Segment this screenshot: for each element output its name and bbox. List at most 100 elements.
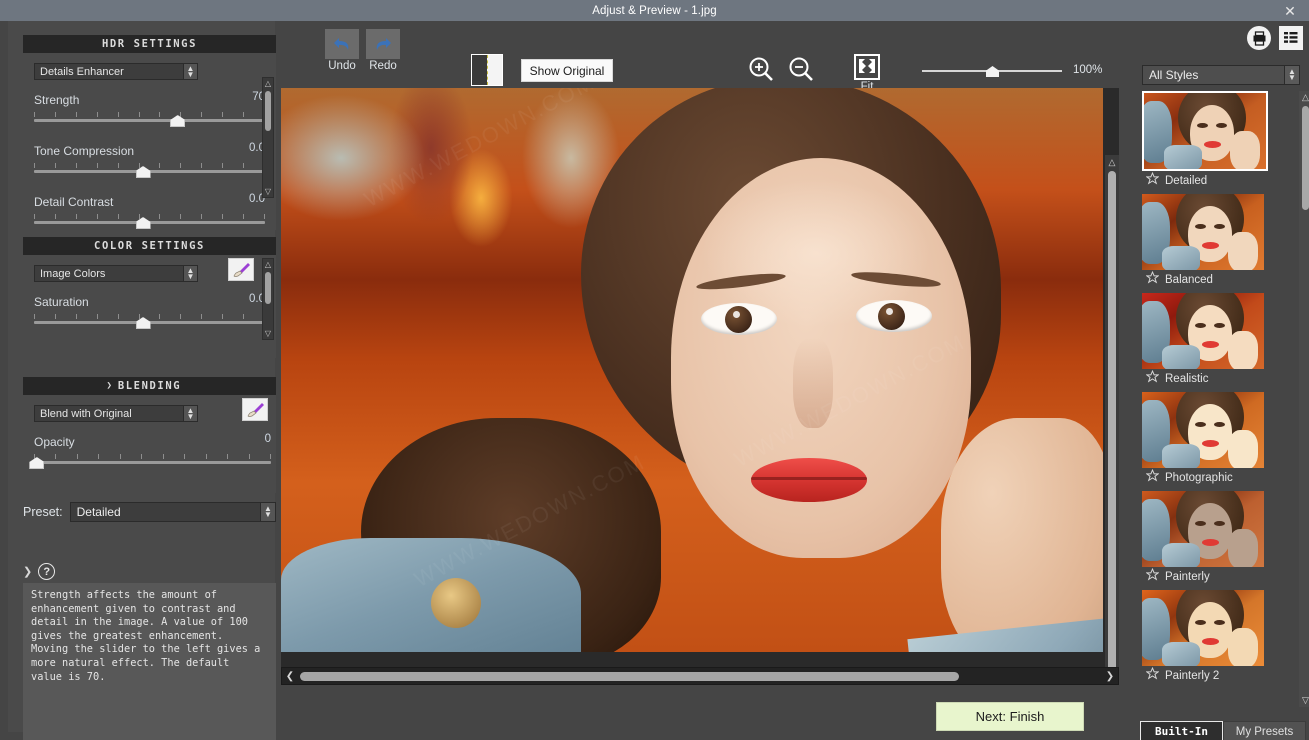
scrollbar-thumb[interactable] (1108, 171, 1116, 668)
color-settings-scrollbar[interactable]: △ ▽ (262, 258, 274, 340)
print-icon[interactable] (1247, 26, 1271, 50)
spinner-icon[interactable]: ▲ ▼ (260, 503, 275, 521)
preset-select[interactable]: Detailed ▲ ▼ (69, 502, 276, 522)
color-method-select[interactable]: Image Colors ▲ ▼ (34, 265, 198, 282)
paintbrush-icon[interactable] (228, 258, 254, 281)
preset-tabs: Built-In My Presets (1140, 721, 1306, 740)
chevron-right-icon[interactable]: ❯ (1102, 671, 1118, 682)
color-settings-header[interactable]: COLOR SETTINGS (23, 237, 276, 255)
zoom-slider[interactable] (922, 64, 1062, 78)
slider-value: 0 (264, 433, 271, 445)
color-method-value: Image Colors (40, 267, 106, 280)
slider-track[interactable] (34, 461, 271, 464)
hdr-settings-scrollbar[interactable]: △ ▽ (262, 77, 274, 198)
spinner-icon[interactable]: ▲ ▼ (183, 266, 197, 281)
star-outline-icon[interactable] (1145, 666, 1160, 685)
split-view-icon[interactable] (471, 54, 503, 86)
preset-thumbnail[interactable] (1142, 194, 1264, 270)
preset-list-scrollbar[interactable]: △ ▽ (1299, 91, 1309, 707)
tab-built-in-label: Built-In (1155, 725, 1208, 738)
question-mark-icon[interactable]: ? (38, 563, 56, 580)
preset-thumbnail[interactable] (1142, 590, 1264, 666)
spinner-icon[interactable]: ▲ ▼ (1284, 66, 1299, 84)
star-outline-icon[interactable] (1145, 567, 1160, 586)
fit-to-screen-icon (854, 54, 880, 80)
star-outline-icon[interactable] (1145, 171, 1160, 190)
scrollbar-thumb[interactable] (300, 671, 960, 681)
slider-tone-compression[interactable]: Tone Compression 0.0 (34, 142, 265, 179)
close-icon[interactable]: ✕ (1277, 0, 1303, 21)
star-outline-icon[interactable] (1145, 468, 1160, 487)
redo-arrow-icon (366, 29, 400, 59)
undo-label: Undo (328, 60, 356, 72)
chevron-down-icon[interactable]: ▽ (263, 328, 273, 339)
hdr-settings-header[interactable]: HDR SETTINGS (23, 35, 276, 53)
chevron-down-icon[interactable]: ❯ (107, 381, 114, 391)
chevron-up-icon[interactable]: △ (1299, 91, 1309, 104)
blending-header[interactable]: ❯ BLENDING (23, 377, 276, 395)
redo-label: Redo (369, 60, 397, 72)
preset-thumbnail[interactable] (1142, 91, 1268, 171)
zoom-slider-knob[interactable] (986, 66, 999, 77)
preset-item[interactable]: Realistic (1142, 293, 1294, 388)
preset-name: Photographic (1165, 471, 1233, 484)
chevron-left-icon[interactable]: ❮ (282, 671, 298, 682)
redo-button[interactable]: Redo (366, 29, 400, 72)
slider-partial-clipped[interactable] (34, 344, 265, 358)
star-outline-icon[interactable] (1145, 369, 1160, 388)
next-finish-button[interactable]: Next: Finish (936, 702, 1084, 731)
window-title: Adjust & Preview - 1.jpg (592, 4, 717, 17)
slider-saturation[interactable]: Saturation 0.0 (34, 293, 265, 330)
chevron-up-icon[interactable]: △ (1105, 155, 1119, 169)
hdr-method-select[interactable]: Details Enhancer ▲ ▼ (34, 63, 198, 80)
chevron-up-icon[interactable]: △ (263, 78, 273, 89)
chevron-up-icon[interactable]: △ (263, 259, 273, 270)
slider-track[interactable] (34, 119, 265, 122)
slider-strength[interactable]: Strength 70 (34, 91, 265, 128)
scrollbar-track[interactable] (298, 671, 1102, 681)
preview-vertical-scrollbar[interactable]: △ ▽ (1104, 155, 1119, 668)
image-preview-frame[interactable]: WWW.WEDOWN.COM WWW.WEDOWN.COM WWW.WEDOWN… (281, 88, 1119, 668)
grid-view-icon[interactable] (1279, 26, 1303, 50)
preset-caption: Balanced (1142, 270, 1294, 289)
slider-ticks (34, 163, 265, 168)
slider-detail-contrast[interactable]: Detail Contrast 0.0 (34, 193, 265, 230)
preset-thumbnail[interactable] (1142, 491, 1264, 567)
preset-thumbnail-list[interactable]: Detailed Balanced Realistic Photographic Pai… (1142, 91, 1294, 707)
slider-opacity[interactable]: Opacity 0 (29, 433, 271, 470)
blending-section: ❯ BLENDING Blend with Original ▲ ▼ Opaci… (23, 377, 276, 493)
spinner-icon[interactable]: ▲ ▼ (183, 406, 197, 421)
help-toggle[interactable]: ❯ ? (23, 563, 56, 580)
preset-item[interactable]: Balanced (1142, 194, 1294, 289)
slider-label: Strength (34, 93, 80, 107)
preset-thumbnail[interactable] (1142, 293, 1264, 369)
styles-filter-select[interactable]: All Styles ▲ ▼ (1142, 65, 1300, 85)
chevron-down-icon[interactable]: ❯ (23, 565, 32, 578)
undo-button[interactable]: Undo (325, 29, 359, 72)
scrollbar-thumb[interactable] (1302, 106, 1309, 210)
paintbrush-icon[interactable] (242, 398, 268, 421)
scrollbar-thumb[interactable] (265, 272, 271, 304)
preset-name: Realistic (1165, 372, 1209, 385)
preset-item[interactable]: Detailed (1142, 91, 1294, 190)
chevron-down-icon[interactable]: ▽ (1299, 694, 1309, 707)
zoom-out-icon[interactable] (786, 54, 816, 89)
zoom-in-icon[interactable] (746, 54, 776, 89)
tab-my-presets[interactable]: My Presets (1223, 721, 1306, 740)
preset-row: Preset: Detailed ▲ ▼ (23, 502, 276, 522)
preset-thumbnail[interactable] (1142, 392, 1264, 468)
spinner-icon[interactable]: ▲ ▼ (183, 64, 197, 79)
blending-method-select[interactable]: Blend with Original ▲ ▼ (34, 405, 198, 422)
preset-item[interactable]: Photographic (1142, 392, 1294, 487)
preset-item[interactable]: Painterly (1142, 491, 1294, 586)
settings-panel: HDR SETTINGS Details Enhancer ▲ ▼ Strengt… (8, 21, 276, 740)
preset-item[interactable]: Painterly 2 (1142, 590, 1294, 685)
star-outline-icon[interactable] (1145, 270, 1160, 289)
slider-label: Tone Compression (34, 144, 135, 158)
tab-built-in[interactable]: Built-In (1140, 721, 1223, 740)
show-original-button[interactable]: Show Original (521, 59, 613, 82)
chevron-down-icon[interactable]: ▽ (263, 186, 273, 197)
scrollbar-thumb[interactable] (265, 91, 271, 131)
preview-image[interactable]: WWW.WEDOWN.COM WWW.WEDOWN.COM WWW.WEDOWN… (281, 88, 1103, 652)
preview-horizontal-scrollbar[interactable]: ❮ ❯ (281, 667, 1119, 685)
